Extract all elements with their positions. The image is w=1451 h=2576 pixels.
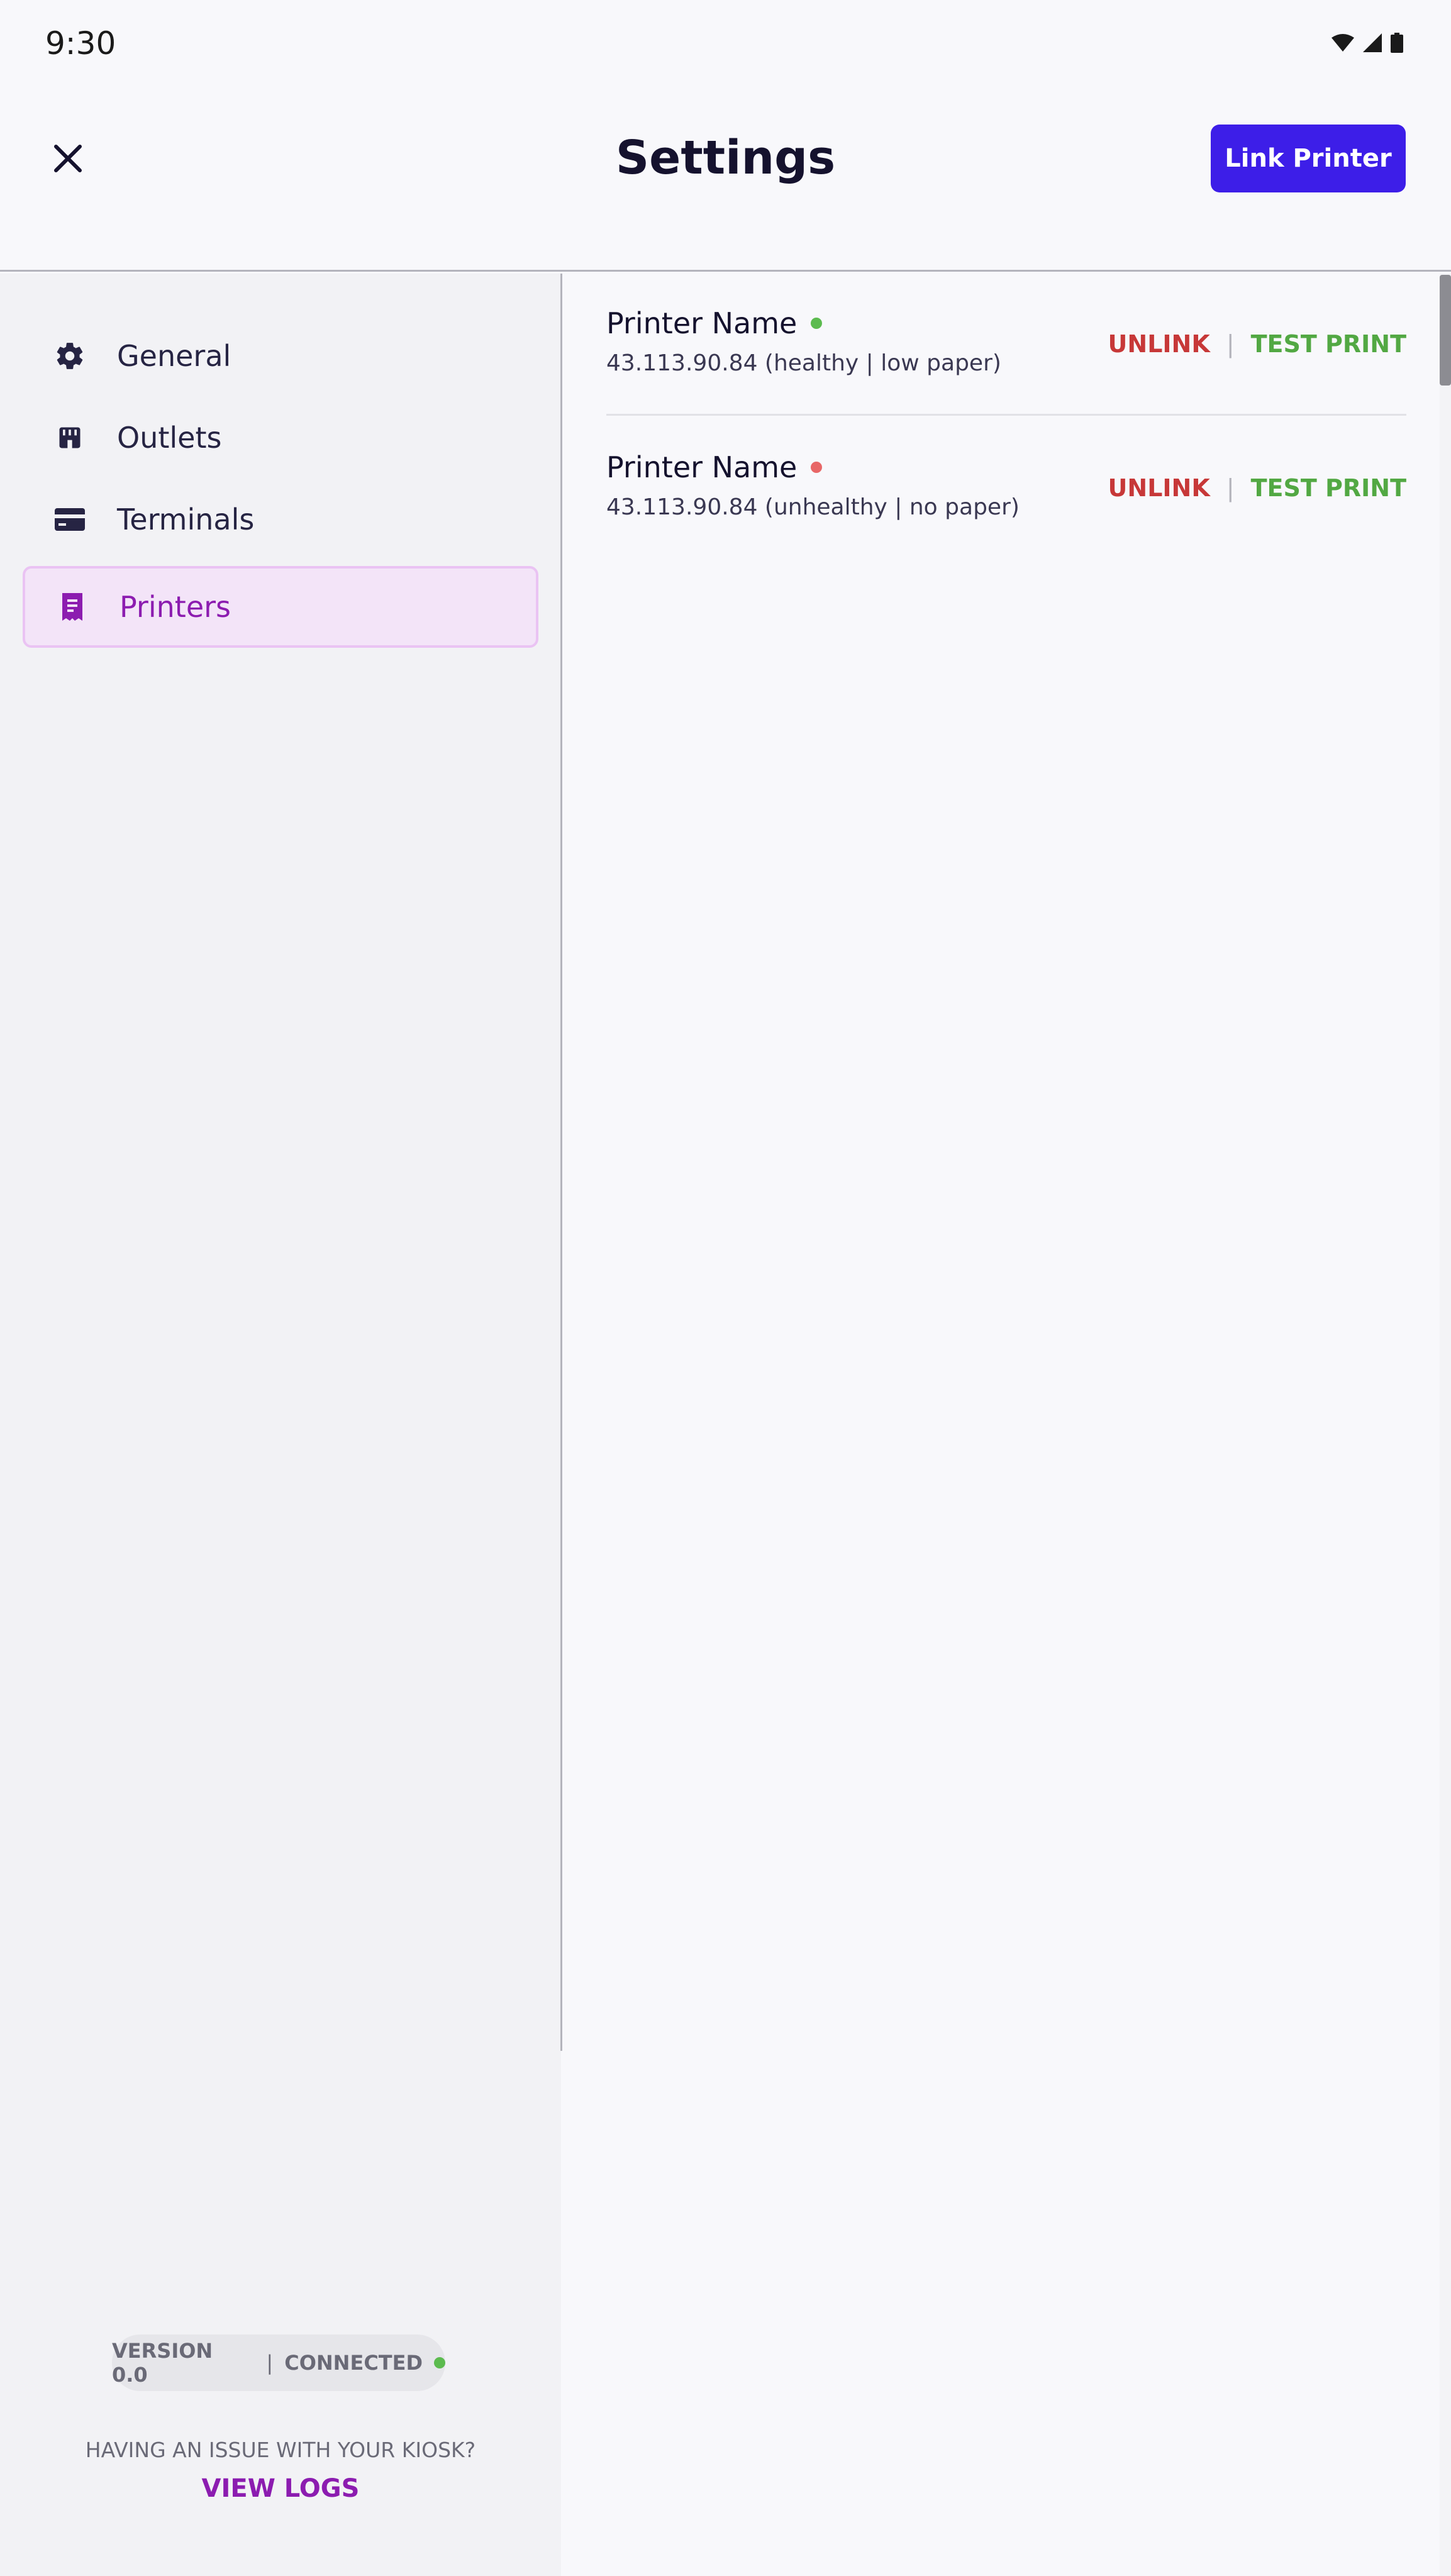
version-text: VERSION 0.0 — [112, 2339, 213, 2387]
wifi-icon — [1331, 34, 1354, 52]
action-separator: | — [1226, 474, 1235, 502]
unlink-button[interactable]: UNLINK — [1108, 474, 1210, 502]
connection-text: CONNECTED — [284, 2351, 423, 2375]
view-logs-link[interactable]: VIEW LOGS — [0, 2474, 561, 2503]
printer-row: Printer Name 43.113.90.84 (healthy | low… — [606, 274, 1406, 416]
scrollbar-track[interactable] — [1440, 274, 1451, 2576]
printer-status-dot — [811, 462, 823, 473]
printer-meta: 43.113.90.84 (healthy | low paper) — [606, 350, 1001, 376]
printer-name: Printer Name — [606, 450, 823, 484]
battery-icon — [1391, 33, 1403, 53]
sidebar-item-label: Terminals — [117, 502, 255, 536]
gear-icon — [23, 340, 117, 372]
badge-separator: | — [266, 2351, 274, 2375]
test-print-button[interactable]: TEST PRINT — [1251, 330, 1406, 358]
printer-actions: UNLINK | TEST PRINT — [1108, 474, 1406, 502]
sidebar-item-printers[interactable]: Printers — [23, 566, 538, 648]
printer-row: Printer Name 43.113.90.84 (unhealthy | n… — [606, 418, 1406, 560]
header: Settings Link Printer — [0, 88, 1451, 272]
signal-icon — [1363, 33, 1382, 52]
printer-name: Printer Name — [606, 306, 823, 340]
connection-status-dot — [434, 2357, 445, 2368]
sidebar-item-label: General — [117, 339, 231, 373]
link-printer-button[interactable]: Link Printer — [1211, 125, 1406, 192]
printer-meta: 43.113.90.84 (unhealthy | no paper) — [606, 494, 1020, 520]
card-icon — [23, 507, 117, 532]
status-icons — [1331, 33, 1403, 53]
printers-panel: Printer Name 43.113.90.84 (healthy | low… — [562, 274, 1451, 2576]
printer-name-text: Printer Name — [606, 450, 798, 484]
store-icon — [23, 424, 117, 452]
sidebar-item-terminals[interactable]: Terminals — [23, 479, 538, 560]
action-separator: | — [1226, 330, 1235, 358]
printer-actions: UNLINK | TEST PRINT — [1108, 330, 1406, 358]
issue-text: HAVING AN ISSUE WITH YOUR KIOSK? — [85, 2438, 476, 2462]
status-bar: 9:30 — [0, 0, 1451, 88]
sidebar-item-general[interactable]: General — [23, 315, 538, 397]
test-print-button[interactable]: TEST PRINT — [1251, 474, 1406, 502]
printer-status-dot — [811, 318, 823, 329]
receipt-icon — [25, 593, 120, 621]
sidebar-item-outlets[interactable]: Outlets — [23, 397, 538, 479]
sidebar-item-label: Outlets — [117, 421, 222, 455]
printer-name-text: Printer Name — [606, 306, 798, 340]
unlink-button[interactable]: UNLINK — [1108, 330, 1210, 358]
status-badge: VERSION 0.0 | CONNECTED — [112, 2334, 445, 2391]
sidebar-item-label: Printers — [120, 590, 231, 624]
sidebar: General Outlets Terminals Printers — [0, 274, 561, 2576]
scrollbar-thumb[interactable] — [1440, 275, 1451, 386]
status-time: 9:30 — [45, 25, 116, 62]
